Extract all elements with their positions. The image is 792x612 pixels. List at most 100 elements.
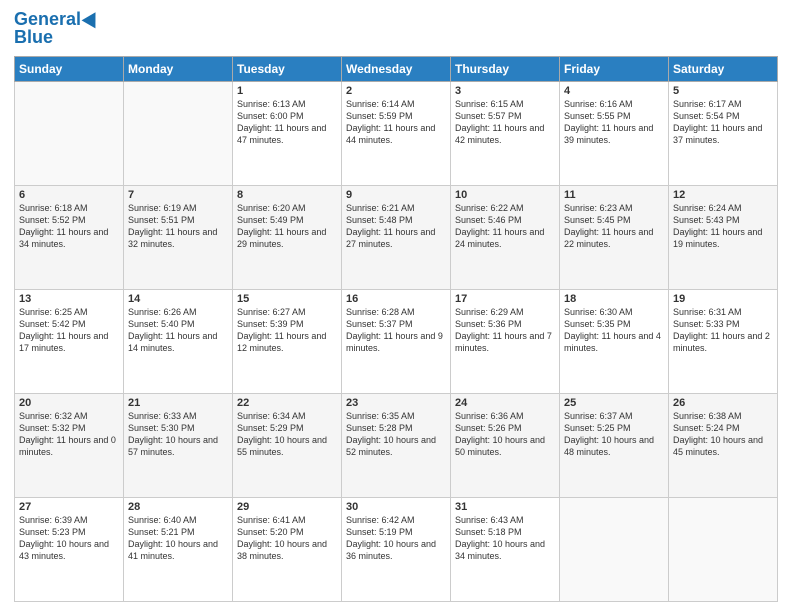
day-info: Sunrise: 6:42 AM Sunset: 5:19 PM Dayligh… (346, 514, 446, 563)
day-info: Sunrise: 6:35 AM Sunset: 5:28 PM Dayligh… (346, 410, 446, 459)
day-number: 4 (564, 85, 664, 97)
day-number: 11 (564, 189, 664, 201)
calendar-cell (15, 81, 124, 185)
day-number: 19 (673, 293, 773, 305)
day-number: 25 (564, 397, 664, 409)
calendar-cell (560, 497, 669, 601)
day-number: 21 (128, 397, 228, 409)
day-info: Sunrise: 6:18 AM Sunset: 5:52 PM Dayligh… (19, 202, 119, 251)
day-number: 24 (455, 397, 555, 409)
calendar-day-header: Wednesday (342, 56, 451, 81)
day-number: 30 (346, 501, 446, 513)
calendar-cell: 5Sunrise: 6:17 AM Sunset: 5:54 PM Daylig… (669, 81, 778, 185)
day-number: 14 (128, 293, 228, 305)
calendar-day-header: Saturday (669, 56, 778, 81)
calendar-cell: 1Sunrise: 6:13 AM Sunset: 6:00 PM Daylig… (233, 81, 342, 185)
day-info: Sunrise: 6:43 AM Sunset: 5:18 PM Dayligh… (455, 514, 555, 563)
calendar-cell: 8Sunrise: 6:20 AM Sunset: 5:49 PM Daylig… (233, 185, 342, 289)
day-number: 13 (19, 293, 119, 305)
day-number: 3 (455, 85, 555, 97)
calendar-cell: 27Sunrise: 6:39 AM Sunset: 5:23 PM Dayli… (15, 497, 124, 601)
day-info: Sunrise: 6:39 AM Sunset: 5:23 PM Dayligh… (19, 514, 119, 563)
calendar-cell (669, 497, 778, 601)
day-info: Sunrise: 6:25 AM Sunset: 5:42 PM Dayligh… (19, 306, 119, 355)
main-container: General Blue SundayMondayTuesdayWednesda… (0, 0, 792, 612)
day-number: 10 (455, 189, 555, 201)
calendar-day-header: Thursday (451, 56, 560, 81)
day-number: 20 (19, 397, 119, 409)
day-info: Sunrise: 6:38 AM Sunset: 5:24 PM Dayligh… (673, 410, 773, 459)
calendar-cell: 22Sunrise: 6:34 AM Sunset: 5:29 PM Dayli… (233, 393, 342, 497)
calendar-cell: 15Sunrise: 6:27 AM Sunset: 5:39 PM Dayli… (233, 289, 342, 393)
logo-blue-text: Blue (14, 28, 53, 48)
calendar-cell: 7Sunrise: 6:19 AM Sunset: 5:51 PM Daylig… (124, 185, 233, 289)
calendar-cell: 3Sunrise: 6:15 AM Sunset: 5:57 PM Daylig… (451, 81, 560, 185)
day-info: Sunrise: 6:14 AM Sunset: 5:59 PM Dayligh… (346, 98, 446, 147)
day-number: 27 (19, 501, 119, 513)
calendar-cell: 12Sunrise: 6:24 AM Sunset: 5:43 PM Dayli… (669, 185, 778, 289)
calendar-cell: 17Sunrise: 6:29 AM Sunset: 5:36 PM Dayli… (451, 289, 560, 393)
day-info: Sunrise: 6:16 AM Sunset: 5:55 PM Dayligh… (564, 98, 664, 147)
day-number: 26 (673, 397, 773, 409)
day-info: Sunrise: 6:31 AM Sunset: 5:33 PM Dayligh… (673, 306, 773, 355)
day-number: 5 (673, 85, 773, 97)
calendar-cell: 25Sunrise: 6:37 AM Sunset: 5:25 PM Dayli… (560, 393, 669, 497)
calendar-cell: 28Sunrise: 6:40 AM Sunset: 5:21 PM Dayli… (124, 497, 233, 601)
day-number: 8 (237, 189, 337, 201)
calendar-cell: 11Sunrise: 6:23 AM Sunset: 5:45 PM Dayli… (560, 185, 669, 289)
calendar-cell: 4Sunrise: 6:16 AM Sunset: 5:55 PM Daylig… (560, 81, 669, 185)
calendar-day-header: Sunday (15, 56, 124, 81)
day-number: 9 (346, 189, 446, 201)
day-number: 22 (237, 397, 337, 409)
day-info: Sunrise: 6:20 AM Sunset: 5:49 PM Dayligh… (237, 202, 337, 251)
day-info: Sunrise: 6:41 AM Sunset: 5:20 PM Dayligh… (237, 514, 337, 563)
calendar-cell: 24Sunrise: 6:36 AM Sunset: 5:26 PM Dayli… (451, 393, 560, 497)
day-info: Sunrise: 6:24 AM Sunset: 5:43 PM Dayligh… (673, 202, 773, 251)
calendar-cell: 2Sunrise: 6:14 AM Sunset: 5:59 PM Daylig… (342, 81, 451, 185)
day-number: 17 (455, 293, 555, 305)
calendar-cell: 31Sunrise: 6:43 AM Sunset: 5:18 PM Dayli… (451, 497, 560, 601)
calendar-header-row: SundayMondayTuesdayWednesdayThursdayFrid… (15, 56, 778, 81)
day-info: Sunrise: 6:30 AM Sunset: 5:35 PM Dayligh… (564, 306, 664, 355)
calendar-cell: 16Sunrise: 6:28 AM Sunset: 5:37 PM Dayli… (342, 289, 451, 393)
calendar-week-row: 13Sunrise: 6:25 AM Sunset: 5:42 PM Dayli… (15, 289, 778, 393)
day-number: 7 (128, 189, 228, 201)
calendar-cell: 19Sunrise: 6:31 AM Sunset: 5:33 PM Dayli… (669, 289, 778, 393)
calendar-week-row: 1Sunrise: 6:13 AM Sunset: 6:00 PM Daylig… (15, 81, 778, 185)
day-info: Sunrise: 6:15 AM Sunset: 5:57 PM Dayligh… (455, 98, 555, 147)
day-info: Sunrise: 6:13 AM Sunset: 6:00 PM Dayligh… (237, 98, 337, 147)
day-info: Sunrise: 6:26 AM Sunset: 5:40 PM Dayligh… (128, 306, 228, 355)
day-info: Sunrise: 6:17 AM Sunset: 5:54 PM Dayligh… (673, 98, 773, 147)
calendar-cell: 9Sunrise: 6:21 AM Sunset: 5:48 PM Daylig… (342, 185, 451, 289)
calendar-cell: 20Sunrise: 6:32 AM Sunset: 5:32 PM Dayli… (15, 393, 124, 497)
day-info: Sunrise: 6:27 AM Sunset: 5:39 PM Dayligh… (237, 306, 337, 355)
day-number: 23 (346, 397, 446, 409)
day-info: Sunrise: 6:37 AM Sunset: 5:25 PM Dayligh… (564, 410, 664, 459)
day-number: 18 (564, 293, 664, 305)
calendar-cell: 23Sunrise: 6:35 AM Sunset: 5:28 PM Dayli… (342, 393, 451, 497)
day-number: 12 (673, 189, 773, 201)
calendar-cell: 26Sunrise: 6:38 AM Sunset: 5:24 PM Dayli… (669, 393, 778, 497)
calendar-cell: 10Sunrise: 6:22 AM Sunset: 5:46 PM Dayli… (451, 185, 560, 289)
day-number: 6 (19, 189, 119, 201)
logo-triangle-icon (82, 8, 103, 28)
calendar-week-row: 6Sunrise: 6:18 AM Sunset: 5:52 PM Daylig… (15, 185, 778, 289)
day-info: Sunrise: 6:32 AM Sunset: 5:32 PM Dayligh… (19, 410, 119, 459)
calendar-day-header: Friday (560, 56, 669, 81)
day-info: Sunrise: 6:19 AM Sunset: 5:51 PM Dayligh… (128, 202, 228, 251)
day-number: 28 (128, 501, 228, 513)
day-info: Sunrise: 6:40 AM Sunset: 5:21 PM Dayligh… (128, 514, 228, 563)
day-info: Sunrise: 6:29 AM Sunset: 5:36 PM Dayligh… (455, 306, 555, 355)
calendar-week-row: 20Sunrise: 6:32 AM Sunset: 5:32 PM Dayli… (15, 393, 778, 497)
day-number: 2 (346, 85, 446, 97)
day-number: 16 (346, 293, 446, 305)
calendar-day-header: Tuesday (233, 56, 342, 81)
calendar-cell: 18Sunrise: 6:30 AM Sunset: 5:35 PM Dayli… (560, 289, 669, 393)
calendar-cell: 29Sunrise: 6:41 AM Sunset: 5:20 PM Dayli… (233, 497, 342, 601)
day-info: Sunrise: 6:34 AM Sunset: 5:29 PM Dayligh… (237, 410, 337, 459)
calendar-cell (124, 81, 233, 185)
day-number: 15 (237, 293, 337, 305)
day-info: Sunrise: 6:33 AM Sunset: 5:30 PM Dayligh… (128, 410, 228, 459)
day-info: Sunrise: 6:36 AM Sunset: 5:26 PM Dayligh… (455, 410, 555, 459)
day-number: 31 (455, 501, 555, 513)
